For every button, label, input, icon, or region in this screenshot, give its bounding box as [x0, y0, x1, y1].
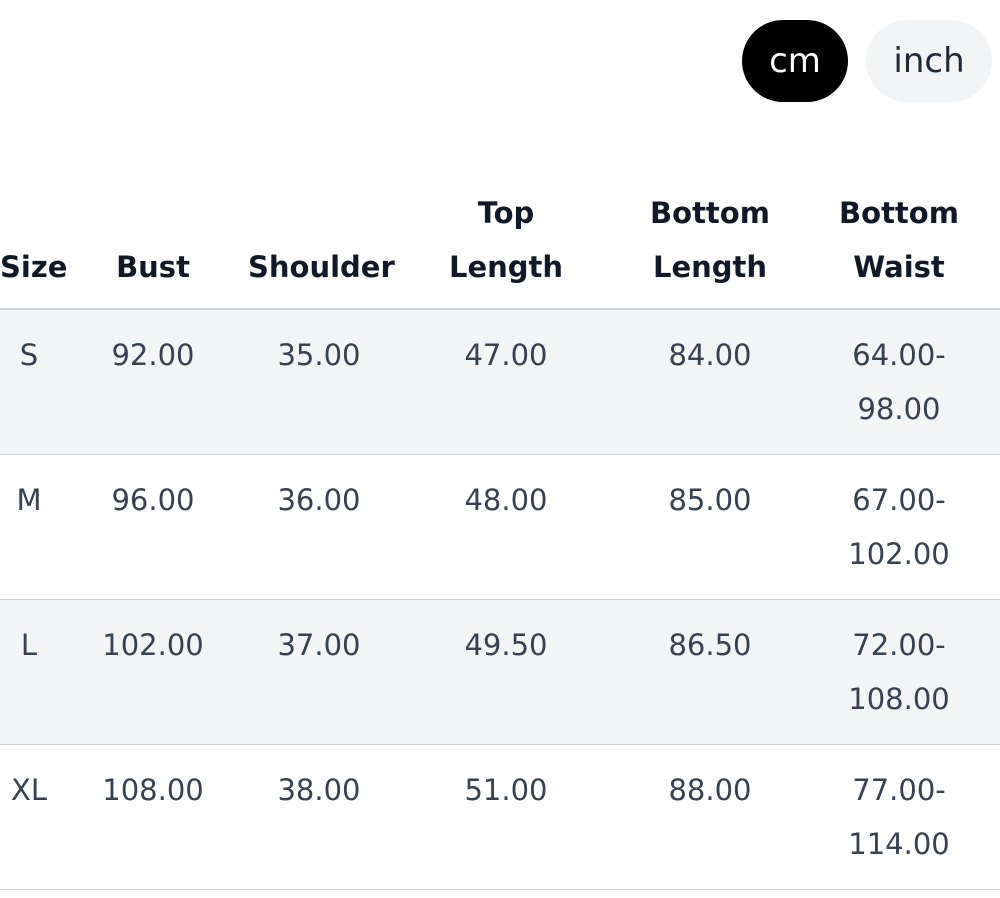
cell-bottom-length: 85.00: [622, 454, 798, 600]
cell-size: XL: [0, 744, 58, 890]
cell-shoulder: 38.00: [248, 744, 390, 890]
cell-bottom-waist: 72.00- 108.00: [798, 599, 1000, 745]
table-row: XL 108.00 38.00 51.00 88.00 77.00- 114.0…: [0, 744, 1000, 890]
header-bottom-waist: Bottom Waist: [798, 160, 1000, 310]
table-row: L 102.00 37.00 49.50 86.50 72.00- 108.00: [0, 599, 1000, 745]
cell-bottom-length: 88.00: [622, 744, 798, 890]
cell-top-length: 47.00: [390, 309, 622, 455]
cell-top-length: 49.50: [390, 599, 622, 745]
cell-bust: 96.00: [58, 454, 248, 600]
cell-bottom-length: 86.50: [622, 599, 798, 745]
cell-bust: 108.00: [58, 744, 248, 890]
cell-bottom-waist: 67.00- 102.00: [798, 454, 1000, 600]
cell-shoulder: 36.00: [248, 454, 390, 600]
cell-top-length: 48.00: [390, 454, 622, 600]
unit-cm-button[interactable]: cm: [742, 20, 848, 102]
table-row: S 92.00 35.00 47.00 84.00 64.00- 98.00: [0, 309, 1000, 455]
cell-size: M: [0, 454, 58, 600]
unit-inch-button[interactable]: inch: [866, 20, 992, 102]
table-header-row: Size Bust Shoulder Top Length Bottom Len…: [0, 160, 1000, 310]
header-bottom-length: Bottom Length: [622, 160, 798, 310]
header-size: Size: [0, 160, 67, 310]
header-bust: Bust: [58, 160, 248, 310]
cell-bottom-waist: 77.00- 114.00: [798, 744, 1000, 890]
cell-top-length: 51.00: [390, 744, 622, 890]
cell-shoulder: 35.00: [248, 309, 390, 455]
cell-size: L: [0, 599, 58, 745]
cell-size: S: [0, 309, 58, 455]
cell-bottom-length: 84.00: [622, 309, 798, 455]
table-row: M 96.00 36.00 48.00 85.00 67.00- 102.00: [0, 454, 1000, 600]
header-top-length: Top Length: [390, 160, 622, 310]
cell-shoulder: 37.00: [248, 599, 390, 745]
size-chart-page: cm inch Size Bust Shoulder Top Length Bo…: [0, 0, 1000, 898]
unit-toggle: cm inch: [742, 20, 992, 102]
header-shoulder: Shoulder: [248, 160, 395, 310]
cell-bottom-waist: 64.00- 98.00: [798, 309, 1000, 455]
size-table: Size Bust Shoulder Top Length Bottom Len…: [0, 160, 1000, 890]
cell-bust: 102.00: [58, 599, 248, 745]
cell-bust: 92.00: [58, 309, 248, 455]
